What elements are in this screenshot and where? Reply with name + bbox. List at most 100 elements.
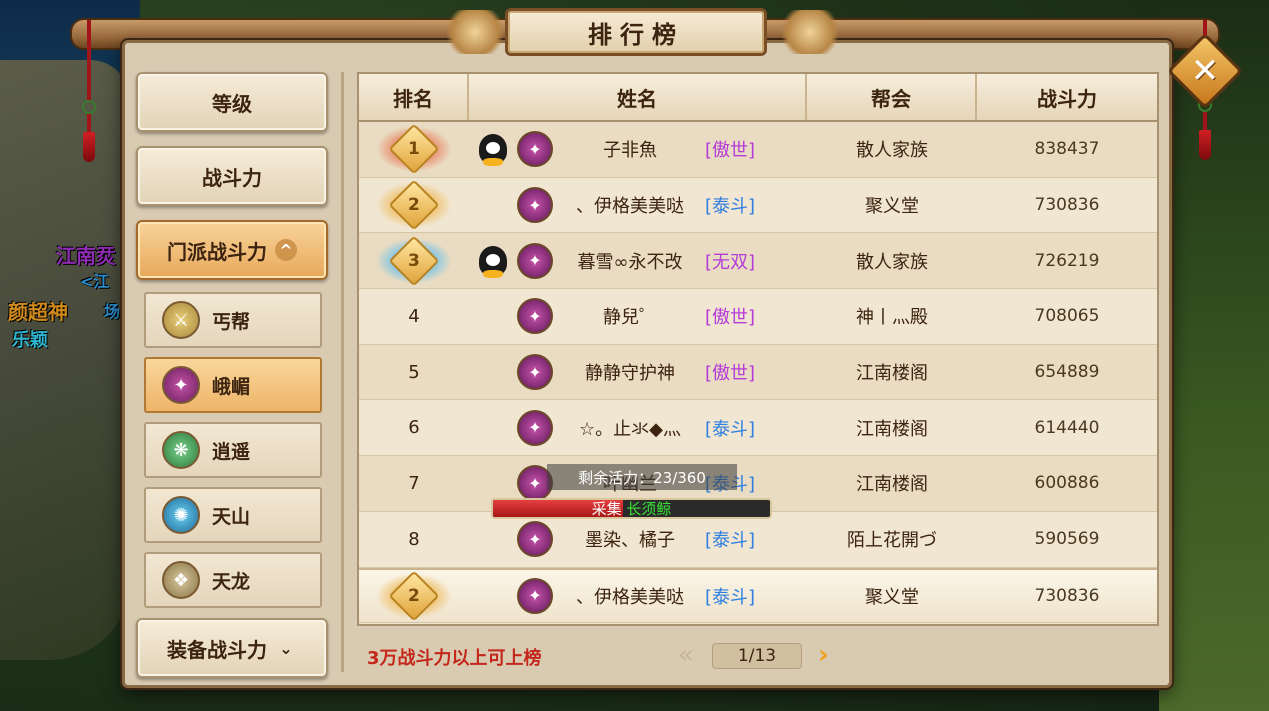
guild-name: 江南楼阁 bbox=[856, 363, 928, 385]
chevron-up-icon: ^ bbox=[275, 239, 297, 261]
table-body: 1 ✦ 子非魚 [傲世] 散人家族 838437 2 ✦ 、伊格美美哒 [泰斗] 聚义堂 730836… bbox=[359, 122, 1157, 624]
player-name[interactable]: 墨染、橘子 bbox=[565, 526, 695, 552]
gather-progress-bar: 采集 长须鲸 bbox=[491, 498, 772, 519]
player-name[interactable]: ☆。止氺◆灬 bbox=[565, 415, 695, 441]
table-row[interactable]: 2 ✦ 、伊格美美哒 [泰斗] 聚义堂 730836 bbox=[359, 177, 1157, 234]
player-name[interactable]: 静兒゜ bbox=[565, 303, 695, 329]
player-name[interactable]: 子非魚 bbox=[565, 136, 695, 162]
header-rank: 排名 bbox=[359, 74, 469, 120]
player-title: [傲世] bbox=[705, 307, 756, 329]
combat-power: 600886 bbox=[1034, 473, 1100, 494]
rank-cell: 2 bbox=[359, 178, 469, 233]
prev-page-button[interactable]: « bbox=[678, 640, 694, 670]
ranking-hint: 3万战斗力以上可上榜 bbox=[367, 648, 542, 669]
rank-medal-icon: 2 bbox=[376, 179, 452, 231]
rank-number: 5 bbox=[408, 361, 420, 383]
emei-school-icon: ✦ bbox=[517, 242, 553, 279]
school-item-emei[interactable]: ✦ 峨嵋 bbox=[144, 357, 322, 413]
table-row[interactable]: 6 ✦ ☆。止氺◆灬 [泰斗] 江南楼阁 614440 bbox=[359, 400, 1157, 457]
ornament-left bbox=[440, 10, 510, 54]
sword-icon: ✦ bbox=[162, 366, 200, 404]
ranking-table: 排名 姓名 帮会 战斗力 1 ✦ 子非魚 [傲世] 散人家族 838437 2 ✦ 、伊格美美哒… bbox=[357, 72, 1159, 626]
combat-power: 838437 bbox=[1034, 139, 1100, 160]
fan-icon: ❋ bbox=[162, 431, 200, 469]
self-rank-row[interactable]: 2 ✦ 、伊格美美哒 [泰斗] 聚义堂 730836 bbox=[359, 567, 1157, 624]
school-item-tianshan[interactable]: ✺ 天山 bbox=[144, 487, 322, 543]
rank-number: 8 bbox=[408, 528, 420, 550]
scene-player-name[interactable]: 乐颖 bbox=[12, 326, 48, 352]
rank-cell: 3 bbox=[359, 233, 469, 288]
player-name[interactable]: 暮雪∞永不改 bbox=[565, 248, 695, 274]
rank-cell: 5 bbox=[359, 345, 469, 400]
category-level[interactable]: 等级 bbox=[136, 72, 328, 132]
combat-power: 730836 bbox=[1034, 585, 1100, 606]
combat-power: 654889 bbox=[1034, 362, 1100, 383]
emei-school-icon: ✦ bbox=[517, 298, 553, 335]
chevron-down-icon: ⌄ bbox=[279, 638, 293, 658]
rank-cell: 7 bbox=[359, 456, 469, 511]
scene-player-name[interactable]: 江南烎 bbox=[56, 240, 116, 269]
emei-school-icon: ✦ bbox=[517, 521, 553, 558]
scene-player-name[interactable]: <江 bbox=[80, 268, 109, 292]
close-icon: ✕ bbox=[1190, 51, 1220, 91]
guild-name: 聚义堂 bbox=[865, 586, 919, 608]
table-row[interactable]: 4 ✦ 静兒゜ [傲世] 神丨灬殿 708065 bbox=[359, 289, 1157, 345]
player-name[interactable]: 、伊格美美哒 bbox=[565, 583, 695, 609]
gather-target: 长须鲸 bbox=[626, 500, 672, 518]
rank-medal-icon: 1 bbox=[376, 123, 452, 175]
guild-name: 聚义堂 bbox=[865, 196, 919, 218]
header-name: 姓名 bbox=[469, 74, 807, 120]
player-title: [傲世] bbox=[705, 363, 756, 385]
emei-school-icon: ✦ bbox=[517, 187, 553, 224]
player-title: [无双] bbox=[705, 251, 756, 273]
school-item-tianlong[interactable]: ❖ 天龙 bbox=[144, 552, 322, 608]
player-title: [泰斗] bbox=[705, 196, 756, 218]
category-power[interactable]: 战斗力 bbox=[136, 146, 328, 206]
scene-player-name[interactable]: 场 bbox=[104, 298, 120, 322]
table-row[interactable]: 8 ✦ 墨染、橘子 [泰斗] 陌上花開づ 590569 bbox=[359, 511, 1157, 568]
rank-cell: 1 bbox=[359, 122, 469, 177]
emei-school-icon: ✦ bbox=[517, 577, 553, 614]
name-cell: ✦ 、伊格美美哒 [泰斗] bbox=[469, 178, 807, 233]
name-cell: ✦ 墨染、橘子 [泰斗] bbox=[469, 512, 807, 567]
player-name[interactable]: 、伊格美美哒 bbox=[565, 192, 695, 218]
table-row[interactable]: 3 ✦ 暮雪∞永不改 [无双] 散人家族 726219 bbox=[359, 233, 1157, 290]
player-title: [傲世] bbox=[705, 140, 756, 162]
table-row[interactable]: 1 ✦ 子非魚 [傲世] 散人家族 838437 bbox=[359, 122, 1157, 178]
school-item-xiaoyao[interactable]: ❋ 逍遥 bbox=[144, 422, 322, 478]
category-equip-power[interactable]: 装备战斗力 ⌄ bbox=[136, 618, 328, 678]
qq-penguin-icon bbox=[479, 245, 507, 278]
school-item-gaibang[interactable]: ⚔ 丐帮 bbox=[144, 292, 322, 348]
rank-cell: 6 bbox=[359, 400, 469, 455]
next-page-button[interactable]: › bbox=[818, 640, 829, 670]
scene-player-name[interactable]: 颜超神 bbox=[8, 296, 68, 325]
name-cell: ✦ 静兒゜ [傲世] bbox=[469, 289, 807, 344]
stamina-tip: 剩余活力：23/360 bbox=[547, 464, 737, 490]
name-cell: ✦ 静静守护神 [傲世] bbox=[469, 345, 807, 400]
divider bbox=[341, 72, 344, 672]
player-title: [泰斗] bbox=[705, 418, 756, 440]
header-power: 战斗力 bbox=[1037, 86, 1097, 111]
table-row[interactable]: 5 ✦ 静静守护神 [傲世] 江南楼阁 654889 bbox=[359, 344, 1157, 401]
guild-name: 散人家族 bbox=[856, 251, 928, 273]
guild-name: 江南楼阁 bbox=[856, 474, 928, 496]
category-school-power[interactable]: 门派战斗力 ^ bbox=[136, 220, 328, 280]
tassel-left bbox=[82, 20, 96, 162]
dragon-icon: ❖ bbox=[162, 561, 200, 599]
rank-number: 6 bbox=[408, 417, 420, 439]
qq-penguin-icon bbox=[479, 134, 507, 167]
wheel-icon: ✺ bbox=[162, 496, 200, 534]
combat-power: 726219 bbox=[1034, 250, 1100, 271]
player-title: [泰斗] bbox=[705, 586, 756, 608]
emei-school-icon: ✦ bbox=[517, 354, 553, 391]
rank-cell: 8 bbox=[359, 512, 469, 567]
window-title: 排行榜 bbox=[505, 8, 767, 56]
player-name[interactable]: 静静守护神 bbox=[565, 359, 695, 385]
combat-power: 708065 bbox=[1034, 306, 1100, 327]
grass-field bbox=[1159, 0, 1269, 711]
rank-number: 7 bbox=[408, 472, 420, 494]
name-cell: ✦ 子非魚 [傲世] bbox=[469, 122, 807, 177]
guild-name: 陌上花開づ bbox=[847, 530, 937, 552]
rank-medal-icon: 2 bbox=[376, 570, 452, 622]
staff-icon: ⚔ bbox=[162, 301, 200, 339]
